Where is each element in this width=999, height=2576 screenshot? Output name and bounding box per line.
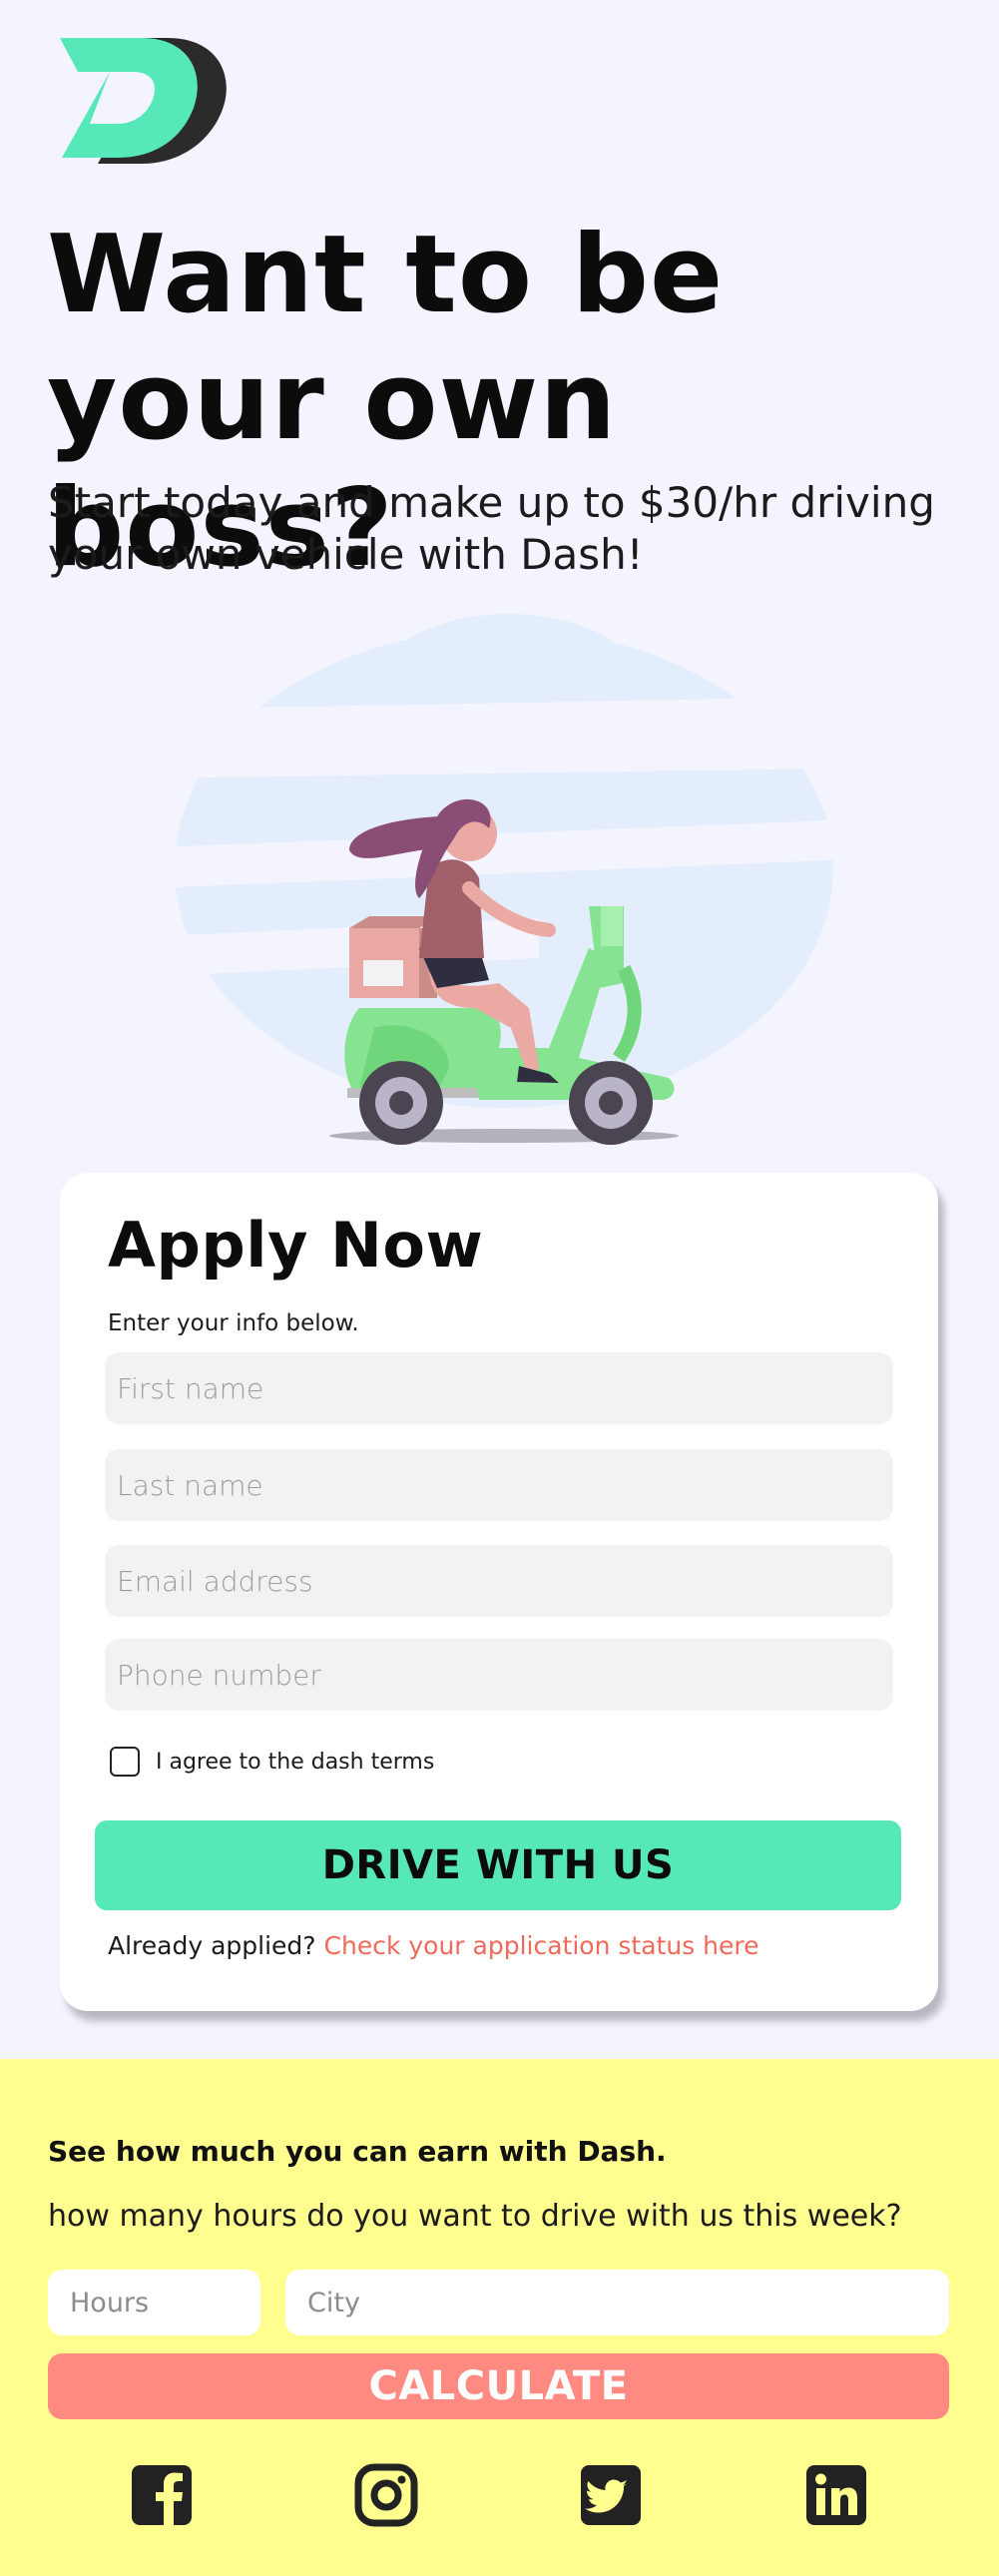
facebook-icon[interactable] — [130, 2463, 194, 2527]
earnings-title: See how much you can earn with Dash. — [48, 2135, 667, 2168]
already-applied-line: Already applied? Check your application … — [108, 1931, 758, 1960]
city-input[interactable] — [285, 2270, 949, 2335]
hours-input[interactable] — [48, 2270, 260, 2335]
apply-title: Apply Now — [108, 1209, 484, 1282]
email-input[interactable] — [105, 1545, 893, 1617]
hero-subheadline: Start today and make up to $30/hr drivin… — [48, 478, 935, 579]
linkedin-icon[interactable] — [804, 2463, 868, 2527]
twitter-icon[interactable] — [579, 2463, 643, 2527]
dash-logo-icon[interactable] — [50, 38, 230, 164]
application-status-link[interactable]: Check your application status here — [324, 1931, 759, 1960]
terms-checkbox[interactable] — [110, 1747, 140, 1777]
terms-label: I agree to the dash terms — [156, 1749, 435, 1775]
earnings-calculator-section: See how much you can earn with Dash. how… — [0, 2059, 999, 2576]
landing-page: Want to be your own boss? Start today an… — [0, 0, 999, 2576]
scooter-rider-illustration — [120, 614, 878, 1145]
last-name-input[interactable] — [105, 1449, 893, 1521]
apply-card: Apply Now Enter your info below. I agree… — [60, 1173, 938, 2011]
earnings-question: how many hours do you want to drive with… — [48, 2199, 902, 2234]
calculate-button[interactable]: CALCULATE — [48, 2353, 949, 2419]
instagram-icon[interactable] — [354, 2463, 418, 2527]
already-applied-text: Already applied? — [108, 1931, 316, 1960]
terms-agreement[interactable]: I agree to the dash terms — [110, 1747, 434, 1777]
apply-instructions: Enter your info below. — [108, 1310, 359, 1336]
phone-input[interactable] — [105, 1639, 893, 1711]
drive-with-us-button[interactable]: DRIVE WITH US — [95, 1820, 901, 1910]
first-name-input[interactable] — [105, 1352, 893, 1424]
